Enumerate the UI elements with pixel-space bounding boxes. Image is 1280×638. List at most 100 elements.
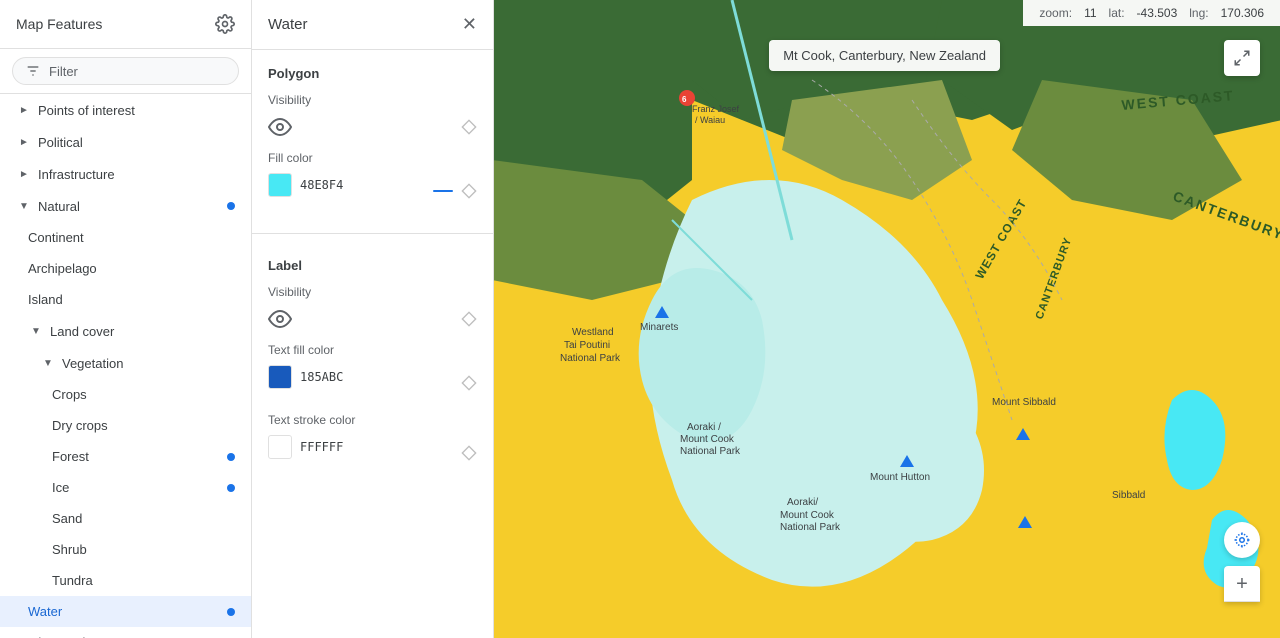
sidebar-title: Map Features [16,16,102,32]
zoom-in-button[interactable]: + [1224,566,1260,602]
chevron-right-icon: ► [16,134,32,150]
panel-header: Water ✕ [252,0,493,50]
sidebar-item-dry-crops[interactable]: Dry crops [0,410,251,441]
chevron-down-icon: ▼ [16,198,32,214]
visibility-label: Visibility [268,93,477,107]
filter-icon [25,63,41,79]
sidebar-item-natural[interactable]: ▼ Natural [0,190,251,222]
svg-text:Aoraki/: Aoraki/ [787,497,818,508]
sidebar-item-points-of-interest[interactable]: ► Points of interest [0,94,251,126]
svg-text:Mount Cook: Mount Cook [680,434,735,445]
sidebar-item-forest[interactable]: Forest [0,441,251,472]
fill-color-label: Fill color [268,151,477,165]
fullscreen-icon [1233,49,1251,67]
chevron-down-icon: ▼ [40,355,56,371]
label-section: Label Visibility Text fill color 185ABC … [252,242,493,487]
fill-color-value: 48E8F4 [300,178,343,192]
label-heading: Label [268,258,477,273]
map-tooltip: Mt Cook, Canterbury, New Zealand [769,40,1000,71]
svg-text:Sibbald: Sibbald [1112,490,1145,501]
location-button[interactable] [1224,522,1260,558]
lng-value: 170.306 [1221,6,1264,20]
sidebar-header: Map Features [0,0,251,49]
feature-panel: Water ✕ Polygon Visibility Fill color 48… [252,0,494,638]
svg-text:Mount Sibbald: Mount Sibbald [992,397,1056,408]
zoom-label: zoom: [1039,6,1072,20]
sidebar-item-vegetation[interactable]: ▼ Vegetation [0,347,251,379]
nav-list: ► Points of interest ► Political ► Infra… [0,94,251,638]
location-icon [1233,531,1251,549]
diamond-icon[interactable] [461,445,477,461]
fill-color-row: 48E8F4 [268,173,477,209]
sidebar-item-political[interactable]: ► Political [0,126,251,158]
sidebar-item-island[interactable]: Island [0,284,251,315]
label-visibility-label: Visibility [268,285,477,299]
sidebar-item-land-cover[interactable]: ▼ Land cover [0,315,251,347]
fullscreen-button[interactable] [1224,40,1260,76]
text-stroke-color-swatch[interactable] [268,435,292,459]
text-stroke-color-value: FFFFFF [300,440,343,454]
eye-icon[interactable] [268,307,292,331]
text-stroke-color-row: FFFFFF [268,435,477,471]
svg-text:National Park: National Park [780,522,841,533]
lng-label: lng: [1189,6,1208,20]
filter-input-wrapper[interactable]: Filter [12,57,239,85]
natural-dot [227,202,235,210]
svg-text:National Park: National Park [560,353,621,364]
fill-color-swatch[interactable] [268,173,292,197]
diamond-icon[interactable] [461,375,477,391]
eye-icon[interactable] [268,115,292,139]
divider [252,233,493,234]
filter-bar: Filter [0,49,251,94]
sidebar-item-crops[interactable]: Crops [0,379,251,410]
minus-line [433,190,453,192]
svg-text:Mount Hutton: Mount Hutton [870,472,930,483]
gear-icon[interactable] [215,14,235,34]
map-topbar: zoom: 11 lat: -43.503 lng: 170.306 [1023,0,1280,26]
sidebar-item-ice[interactable]: Ice [0,472,251,503]
zoom-value: 11 [1084,6,1096,20]
label-visibility-row [268,307,477,331]
lat-label: lat: [1109,6,1125,20]
polygon-visibility-row [268,115,477,139]
water-dot [227,608,235,616]
text-fill-color-swatch[interactable] [268,365,292,389]
diamond-icon[interactable] [461,311,477,327]
svg-text:/ Waiau: / Waiau [695,115,725,125]
sidebar-item-infrastructure[interactable]: ► Infrastructure [0,158,251,190]
text-stroke-color-label: Text stroke color [268,413,477,427]
polygon-section: Polygon Visibility Fill color 48E8F4 [252,50,493,225]
sidebar-item-continent[interactable]: Continent [0,222,251,253]
map-area[interactable]: zoom: 11 lat: -43.503 lng: 170.306 Mt Co… [494,0,1280,638]
close-button[interactable]: ✕ [462,14,477,35]
sidebar-item-sand[interactable]: Sand [0,503,251,534]
ice-dot [227,484,235,492]
lat-value: -43.503 [1137,6,1178,20]
filter-label: Filter [49,64,78,79]
svg-text:Tai Poutini: Tai Poutini [564,340,610,351]
map-svg: WEST COAST CANTERBURY WEST COAST CANTERB… [494,0,1280,638]
sidebar-item-tundra[interactable]: Tundra [0,565,251,596]
chevron-right-icon: ► [16,166,32,182]
sidebar-item-background[interactable]: Background [0,627,251,638]
text-fill-color-label: Text fill color [268,343,477,357]
svg-text:Franz Josef: Franz Josef [692,104,740,114]
text-fill-color-value: 185ABC [300,370,343,384]
svg-text:Aoraki /: Aoraki / [687,422,721,433]
diamond-icon[interactable] [461,183,477,199]
sidebar-item-water[interactable]: Water [0,596,251,627]
diamond-icon[interactable] [461,119,477,135]
sidebar-item-archipelago[interactable]: Archipelago [0,253,251,284]
plus-icon: + [1236,574,1248,594]
sidebar-item-shrub[interactable]: Shrub [0,534,251,565]
svg-text:National Park: National Park [680,446,741,457]
svg-text:Westland: Westland [572,327,614,338]
forest-dot [227,453,235,461]
text-fill-color-row: 185ABC [268,365,477,401]
svg-text:Minarets: Minarets [640,322,678,333]
chevron-right-icon: ► [16,102,32,118]
svg-text:6: 6 [682,95,687,104]
sidebar: Map Features Filter ► Points of interest… [0,0,252,638]
chevron-down-icon: ▼ [28,323,44,339]
panel-title: Water [268,16,307,33]
